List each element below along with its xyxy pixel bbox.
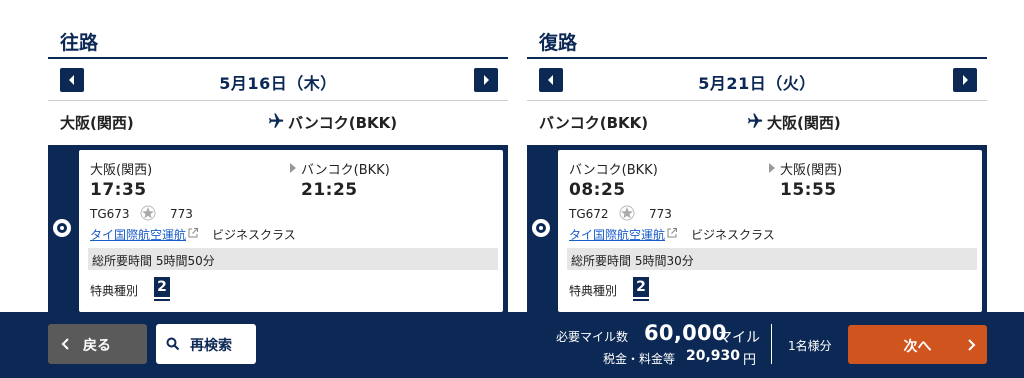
carrier-link[interactable]: タイ国際航空運航 [569,226,665,243]
outbound-next-day-button[interactable] [474,68,498,92]
award-type-label: 特典種別 [90,284,139,298]
outbound-route-to: バンコク(BKK) [288,114,398,132]
external-link-icon [187,227,199,239]
return-date-row: 5月21日（火） [527,59,987,101]
carrier-link[interactable]: タイ国際航空運航 [90,226,186,243]
dep-time: 17:35 [90,180,147,200]
dep-time: 08:25 [569,180,626,200]
next-button[interactable]: 次へ [848,325,987,364]
outbound-route: 大阪(関西) バンコク(BKK) [48,101,508,143]
cabin-class: ビジネスクラス [212,228,296,242]
footer-bar: 戻る 再検索 必要マイル数 60,000 マイル 税金・料金等 20,930 円… [0,312,1024,378]
outbound-flight-radio[interactable] [53,219,71,237]
award-type-badge[interactable]: 2 [633,277,649,299]
outbound-date-row: 5月16日（木） [48,59,508,101]
arr-time: 15:55 [780,180,837,200]
required-miles-label: 必要マイル数 [556,330,629,344]
return-route: バンコク(BKK) 大阪(関西) [527,101,987,143]
return-next-day-button[interactable] [953,68,977,92]
arrow-right-icon [769,163,775,173]
outbound-flight-card[interactable]: 大阪(関西) 17:35 バンコク(BKK) 21:25 TG673 773 タ… [79,150,503,312]
star-alliance-icon [140,205,156,221]
chevron-right-icon [963,75,968,85]
award-type-badge[interactable]: 2 [154,277,170,299]
tax-label: 税金・料金等 [603,352,676,366]
footer-divider [771,324,772,364]
back-button[interactable]: 戻る [48,324,147,364]
return-title: 復路 [539,32,578,54]
required-miles-value: 60,000 [644,321,727,345]
tax-value: 20,930 [686,348,741,364]
flight-number: TG672 [569,207,609,221]
airplane-icon [745,112,763,130]
dep-city: 大阪(関西) [90,163,153,178]
airplane-icon [266,112,284,130]
chevron-right-icon [484,75,489,85]
return-flight-card[interactable]: バンコク(BKK) 08:25 大阪(関西) 15:55 TG672 773 タ… [558,150,982,312]
total-duration: 総所要時間 5時間30分 [571,254,694,268]
passenger-count: 1名様分 [788,339,832,353]
return-route-from: バンコク(BKK) [539,114,649,132]
flight-number: TG673 [90,207,130,221]
outbound-route-from: 大阪(関西) [60,114,134,132]
return-column: 復路 5月21日（火） バンコク(BKK) 大阪(関西) バンコク(BKK) 0… [527,0,987,312]
total-duration: 総所要時間 5時間50分 [92,254,215,268]
outbound-flight-option: 大阪(関西) 17:35 バンコク(BKK) 21:25 TG673 773 タ… [48,145,508,312]
return-date: 5月21日（火） [698,74,816,93]
award-type-label: 特典種別 [569,284,618,298]
dep-city: バンコク(BKK) [569,163,658,178]
arr-city: 大阪(関西) [780,163,843,178]
outbound-title: 往路 [60,32,99,54]
required-miles-unit: マイル [718,330,760,346]
duration-bar: 総所要時間 5時間30分 [567,248,977,270]
search-icon [166,337,180,351]
return-route-to: 大阪(関西) [767,114,841,132]
research-button[interactable]: 再検索 [156,324,256,364]
cabin-class: ビジネスクラス [691,228,775,242]
external-link-icon [666,227,678,239]
chevron-left-icon [58,336,74,352]
arr-time: 21:25 [301,180,358,200]
research-button-label: 再検索 [190,338,232,354]
outbound-column: 往路 5月16日（木） 大阪(関西) バンコク(BKK) 大阪(関西) 17:3… [48,0,508,312]
arrow-right-icon [290,163,296,173]
back-button-label: 戻る [83,338,111,354]
chevron-right-icon [963,337,979,353]
duration-bar: 総所要時間 5時間50分 [88,248,498,270]
return-flight-option: バンコク(BKK) 08:25 大阪(関西) 15:55 TG672 773 タ… [527,145,987,312]
aircraft-type: 773 [649,207,672,221]
tax-unit: 円 [743,353,757,368]
aircraft-type: 773 [170,207,193,221]
return-flight-radio[interactable] [532,219,550,237]
star-alliance-icon [619,205,635,221]
arr-city: バンコク(BKK) [301,163,390,178]
outbound-date: 5月16日（木） [219,74,337,93]
